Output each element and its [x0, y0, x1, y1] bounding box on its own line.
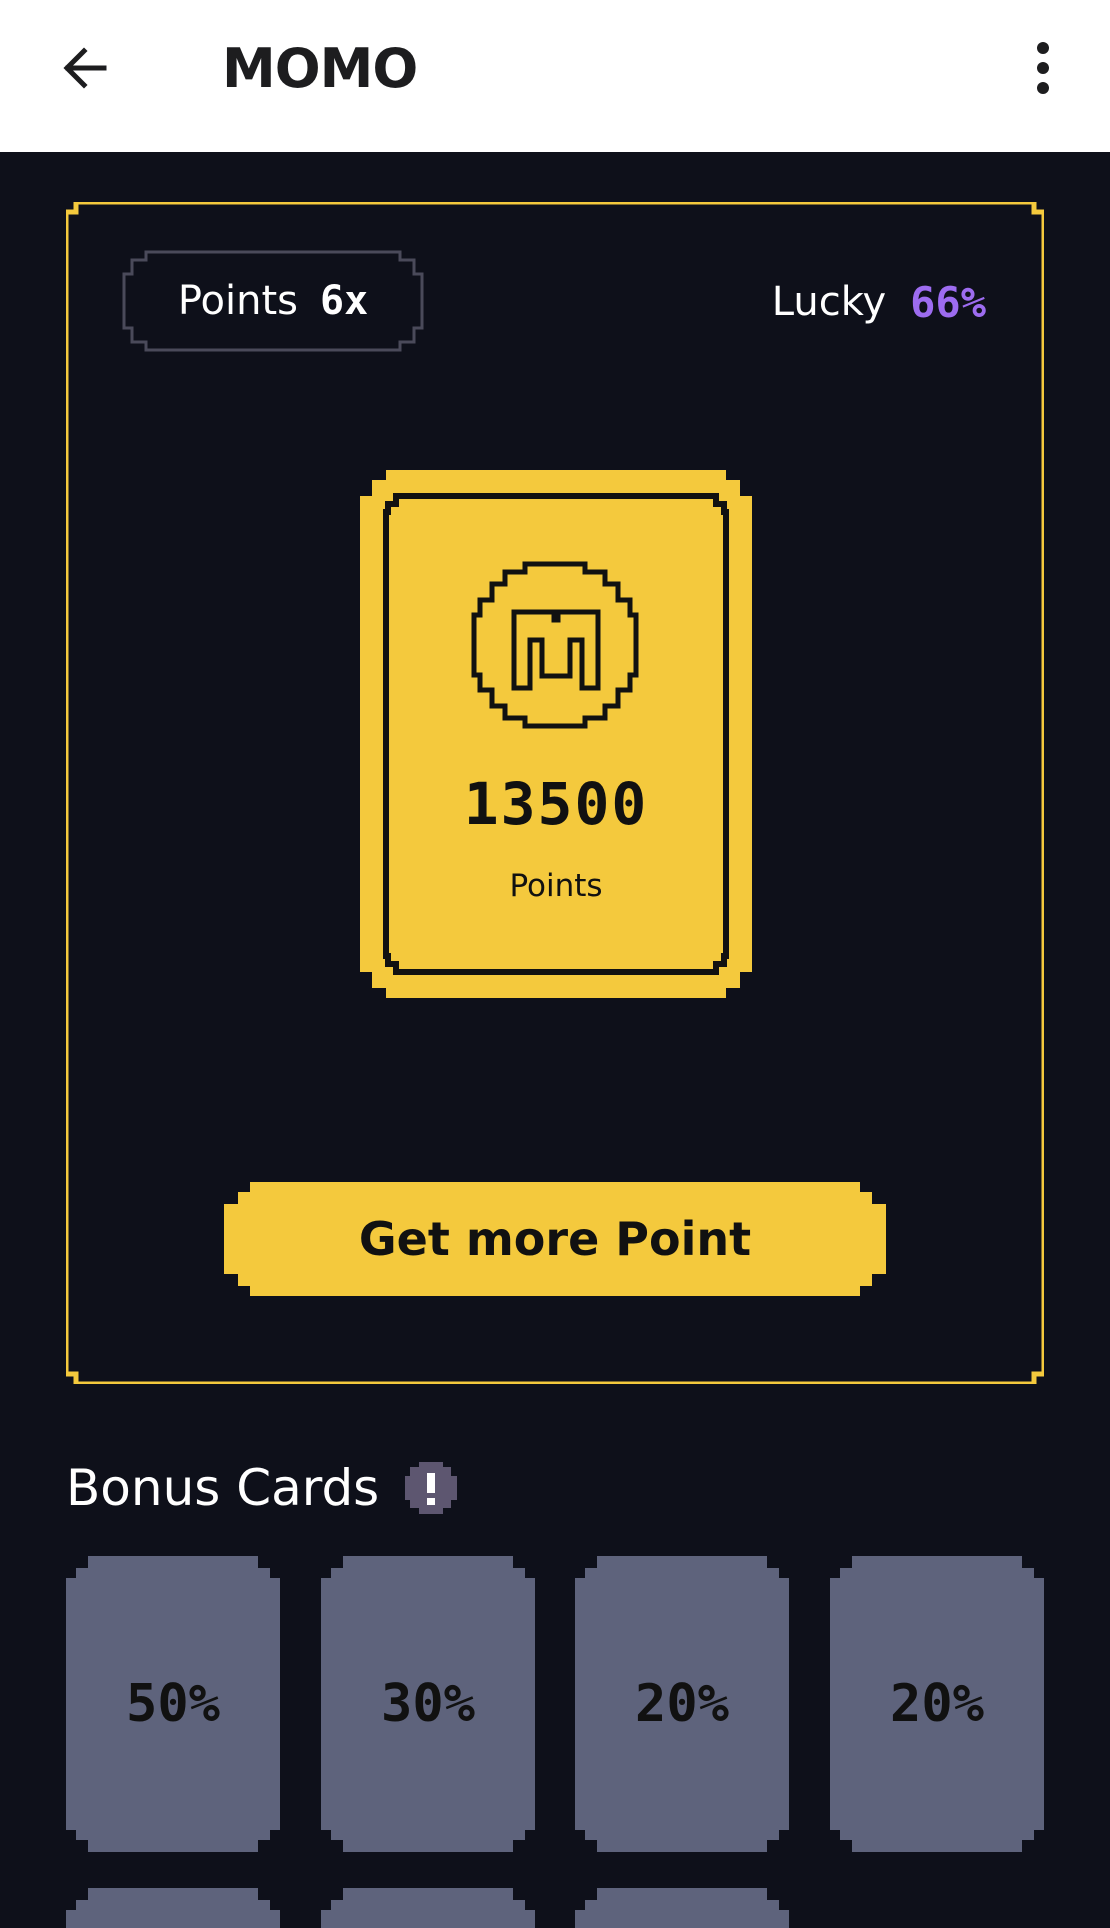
- points-multiplier-value: 6x: [319, 278, 369, 324]
- bonus-card-value: 20%: [890, 1674, 984, 1734]
- page-title: MOMO: [222, 36, 418, 100]
- points-label: Points: [177, 278, 298, 324]
- bonus-card-partial[interactable]: [575, 1888, 789, 1928]
- bonus-card-value: 50%: [126, 1674, 220, 1734]
- lucky-indicator: Lucky 66%: [772, 272, 986, 332]
- get-more-point-label: Get more Point: [358, 1212, 752, 1266]
- lucky-label: Lucky: [771, 279, 887, 325]
- main-content: Points 6x Lucky 66% 13500 Points Get mor…: [0, 152, 1110, 1928]
- points-card: 13500 Points: [360, 470, 752, 998]
- back-button[interactable]: [52, 30, 118, 106]
- points-multiplier-badge: Points 6x: [122, 250, 424, 352]
- points-panel: Points 6x Lucky 66% 13500 Points Get mor…: [66, 202, 1044, 1384]
- bonus-cards-title: Bonus Cards: [66, 1459, 380, 1517]
- bonus-card-value: 30%: [381, 1674, 475, 1734]
- more-vertical-icon: [1037, 42, 1049, 54]
- momo-coin-icon: [471, 561, 639, 729]
- bonus-cards-header: Bonus Cards: [66, 1452, 458, 1524]
- points-amount: 13500: [463, 770, 649, 838]
- points-unit-label: Points: [509, 868, 603, 904]
- bonus-card-1[interactable]: 50%: [66, 1556, 280, 1852]
- get-more-point-button[interactable]: Get more Point: [224, 1182, 886, 1296]
- bonus-card-partial[interactable]: [321, 1888, 535, 1928]
- lucky-value: 66%: [910, 277, 986, 327]
- bonus-cards-next-row: [66, 1888, 1044, 1928]
- arrow-left-icon: [63, 47, 107, 89]
- bonus-card-3[interactable]: 20%: [575, 1556, 789, 1852]
- bonus-card-4[interactable]: 20%: [830, 1556, 1044, 1852]
- bonus-card-value: 20%: [635, 1674, 729, 1734]
- bonus-cards-grid: 50% 30% 20% 20%: [66, 1556, 1044, 1856]
- info-icon[interactable]: [405, 1462, 458, 1514]
- more-options-button[interactable]: [1018, 30, 1068, 106]
- bonus-card-partial[interactable]: [66, 1888, 280, 1928]
- app-bar: MOMO: [0, 0, 1110, 152]
- bonus-card-2[interactable]: 30%: [321, 1556, 535, 1852]
